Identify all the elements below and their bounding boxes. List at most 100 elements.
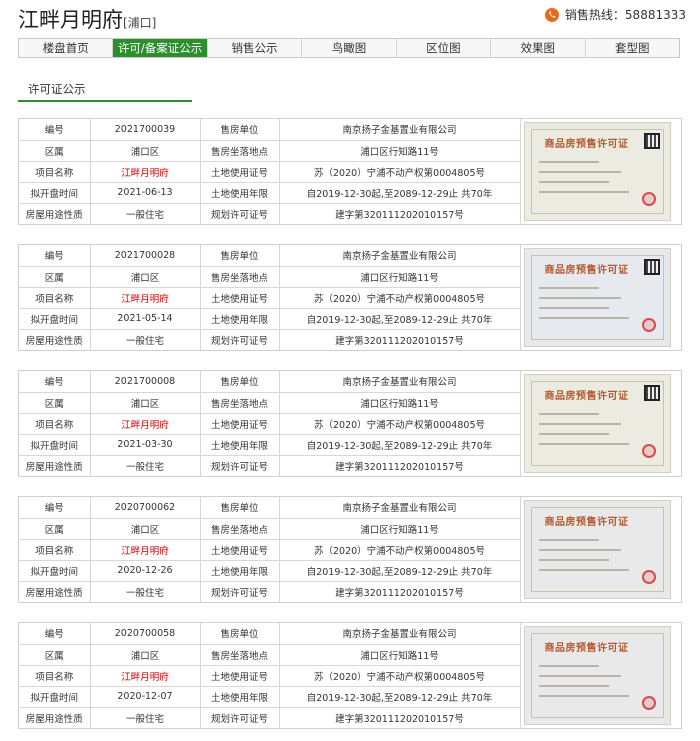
table-row: 项目名称 江畔月明府 土地使用证号 苏（2020）宁浦不动产权第0004805号	[19, 664, 521, 687]
certificate-image[interactable]: 商品房预售许可证	[524, 374, 671, 473]
open-date-value: 2020-12-26	[89, 559, 201, 582]
location-value: 浦口区行知路11号	[278, 643, 521, 666]
land-cert-value: 苏（2020）宁浦不动产权第0004805号	[278, 664, 521, 687]
certificate-text-line	[539, 413, 599, 415]
table-row: 项目名称 江畔月明府 土地使用证号 苏（2020）宁浦不动产权第0004805号	[19, 160, 521, 183]
field-label: 售房坐落地点	[199, 139, 280, 162]
certificate-image[interactable]: 商品房预售许可证	[524, 248, 671, 347]
seller-name: 南京扬子金基置业有限公司	[278, 119, 521, 141]
table-row: 拟开盘时间 2020-12-26 土地使用年限 自2019-12-30起,至2089-…	[19, 559, 521, 582]
field-label: 项目名称	[19, 664, 91, 687]
district-tag: [浦口]	[123, 16, 157, 30]
seller-name: 南京扬子金基置业有限公司	[278, 371, 521, 393]
tab-sales-notice[interactable]: 销售公示	[208, 39, 303, 57]
land-term-value: 自2019-12-30起,至2089-12-29止 共70年	[278, 307, 521, 330]
certificate-image[interactable]: 商品房预售许可证	[524, 122, 671, 221]
tab-aerial-view[interactable]: 鸟瞰图	[302, 39, 397, 57]
open-date-value: 2021-06-13	[89, 181, 201, 204]
field-label: 土地使用证号	[199, 664, 280, 687]
tab-permits[interactable]: 许可/备案证公示	[113, 39, 208, 57]
table-row: 项目名称 江畔月明府 土地使用证号 苏（2020）宁浦不动产权第0004805号	[19, 538, 521, 561]
certificate-title: 商品房预售许可证	[544, 139, 629, 150]
table-row: 编号 2021700039 售房单位 南京扬子金基置业有限公司	[19, 119, 521, 141]
field-label: 拟开盘时间	[19, 307, 91, 330]
plan-permit-value: 建字第320111202010157号	[278, 706, 521, 728]
certificate-text-line	[539, 297, 621, 299]
certificate-text-line	[539, 171, 621, 173]
field-label: 售房坐落地点	[199, 517, 280, 540]
qr-code-icon	[644, 385, 660, 401]
official-seal-icon	[642, 192, 656, 206]
field-label: 区属	[19, 139, 91, 162]
field-label: 区属	[19, 517, 91, 540]
permit-table: 编号 2021700008 售房单位 南京扬子金基置业有限公司 区属 浦口区 售房坐落地点…	[19, 371, 521, 476]
open-date-value: 2021-05-14	[89, 307, 201, 330]
permit-record: 编号 2020700058 售房单位 南京扬子金基置业有限公司 区属 浦口区 售房坐落地点…	[18, 622, 682, 729]
hotline-number: 58881333	[624, 7, 686, 22]
table-row: 项目名称 江畔月明府 土地使用证号 苏（2020）宁浦不动产权第0004805号	[19, 286, 521, 309]
field-label: 售房坐落地点	[199, 265, 280, 288]
location-value: 浦口区行知路11号	[278, 517, 521, 540]
tab-floor-plans[interactable]: 套型图	[586, 39, 679, 57]
field-label: 土地使用证号	[199, 160, 280, 183]
field-label: 房屋用途性质	[19, 580, 91, 602]
table-row: 拟开盘时间 2020-12-07 土地使用年限 自2019-12-30起,至2089-…	[19, 685, 521, 708]
permit-number: 2020700058	[89, 623, 201, 645]
field-label: 编号	[19, 497, 91, 519]
field-label: 土地使用年限	[199, 181, 280, 204]
land-term-value: 自2019-12-30起,至2089-12-29止 共70年	[278, 559, 521, 582]
field-label: 项目名称	[19, 286, 91, 309]
official-seal-icon	[642, 444, 656, 458]
field-label: 售房单位	[199, 245, 280, 267]
table-row: 拟开盘时间 2021-03-30 土地使用年限 自2019-12-30起,至2089-…	[19, 433, 521, 456]
field-label: 规划许可证号	[199, 328, 280, 350]
plan-permit-value: 建字第320111202010157号	[278, 580, 521, 602]
certificate-image[interactable]: 商品房预售许可证	[524, 626, 671, 725]
field-label: 售房坐落地点	[199, 391, 280, 414]
field-label: 编号	[19, 623, 91, 645]
usage-value: 一般住宅	[89, 328, 201, 350]
certificate-text-line	[539, 191, 629, 193]
certificate-text-line	[539, 665, 599, 667]
permit-record: 编号 2020700062 售房单位 南京扬子金基置业有限公司 区属 浦口区 售房坐落地点…	[18, 496, 682, 603]
field-label: 项目名称	[19, 160, 91, 183]
page-title: 江畔月明府[浦口]	[18, 4, 156, 34]
certificate-text-line	[539, 161, 599, 163]
certificate-text-line	[539, 675, 621, 677]
tab-home[interactable]: 楼盘首页	[19, 39, 114, 57]
certificate-text-line	[539, 423, 621, 425]
permit-number: 2021700028	[89, 245, 201, 267]
table-row: 房屋用途性质 一般住宅 规划许可证号 建字第320111202010157号	[19, 202, 521, 224]
tab-location-map[interactable]: 区位图	[397, 39, 492, 57]
project-name: 江畔月明府	[89, 160, 201, 183]
tab-renderings[interactable]: 效果图	[491, 39, 586, 57]
field-label: 房屋用途性质	[19, 454, 91, 476]
table-row: 区属 浦口区 售房坐落地点 浦口区行知路11号	[19, 517, 521, 540]
field-label: 区属	[19, 643, 91, 666]
land-cert-value: 苏（2020）宁浦不动产权第0004805号	[278, 286, 521, 309]
project-name: 江畔月明府	[89, 538, 201, 561]
land-term-value: 自2019-12-30起,至2089-12-29止 共70年	[278, 433, 521, 456]
certificate-text-line	[539, 695, 629, 697]
field-label: 拟开盘时间	[19, 685, 91, 708]
usage-value: 一般住宅	[89, 454, 201, 476]
certificate-title: 商品房预售许可证	[544, 517, 629, 528]
permit-number: 2021700008	[89, 371, 201, 393]
field-label: 土地使用年限	[199, 433, 280, 456]
project-name: 江畔月明府	[89, 286, 201, 309]
field-label: 土地使用年限	[199, 559, 280, 582]
certificate-image[interactable]: 商品房预售许可证	[524, 500, 671, 599]
location-value: 浦口区行知路11号	[278, 265, 521, 288]
district-value: 浦口区	[89, 643, 201, 666]
usage-value: 一般住宅	[89, 580, 201, 602]
permit-number: 2020700062	[89, 497, 201, 519]
district-value: 浦口区	[89, 391, 201, 414]
permit-record: 编号 2021700008 售房单位 南京扬子金基置业有限公司 区属 浦口区 售房坐落地点…	[18, 370, 682, 477]
table-row: 房屋用途性质 一般住宅 规划许可证号 建字第320111202010157号	[19, 454, 521, 476]
permit-record: 编号 2021700028 售房单位 南京扬子金基置业有限公司 区属 浦口区 售房坐落地点…	[18, 244, 682, 351]
land-term-value: 自2019-12-30起,至2089-12-29止 共70年	[278, 685, 521, 708]
field-label: 项目名称	[19, 538, 91, 561]
qr-code-icon	[644, 133, 660, 149]
field-label: 编号	[19, 119, 91, 141]
official-seal-icon	[642, 696, 656, 710]
